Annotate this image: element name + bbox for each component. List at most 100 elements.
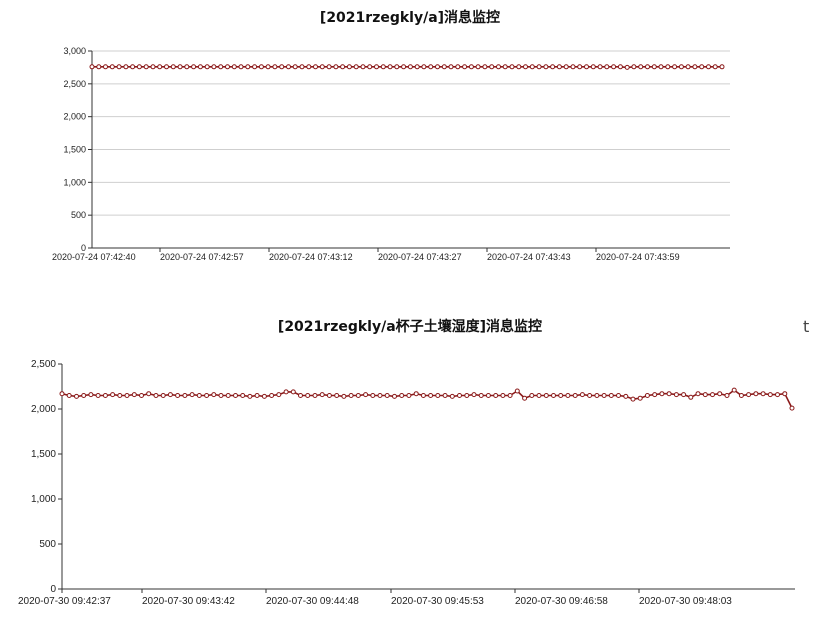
data-point [269, 393, 275, 398]
data-point [550, 64, 556, 70]
y-tick-label: 2,000 [63, 112, 86, 122]
data-point [377, 393, 383, 398]
data-point [699, 64, 705, 70]
x-tick-label: 2020-07-30 09:48:03 [639, 596, 732, 607]
y-tick-label: 1,000 [63, 177, 86, 187]
data-point [623, 393, 629, 399]
data-point [74, 393, 79, 399]
data-point [536, 64, 542, 70]
data-point [448, 64, 454, 70]
data-point [182, 393, 188, 398]
data-point [150, 64, 156, 70]
y-tick-label: 0 [50, 584, 56, 595]
data-point [572, 393, 578, 398]
data-point [702, 392, 708, 398]
data-point [153, 393, 159, 398]
data-point [218, 393, 224, 398]
data-point [413, 391, 419, 397]
data-point [211, 392, 217, 398]
data-point [157, 64, 163, 70]
data-point [136, 64, 142, 70]
data-point [306, 64, 312, 70]
data-point [468, 64, 474, 70]
data-point [563, 64, 569, 70]
data-point [109, 64, 115, 70]
data-point [326, 64, 332, 70]
data-point [672, 64, 678, 70]
data-point [665, 64, 671, 70]
data-point [688, 394, 694, 400]
data-point [387, 64, 393, 70]
data-point [312, 393, 318, 398]
data-point [189, 392, 195, 398]
data-point [637, 395, 643, 401]
data-point [334, 393, 340, 398]
data-point [124, 393, 130, 398]
data-point [265, 64, 271, 70]
data-point [305, 393, 311, 398]
chart-2-title: [2021rzegkly/a杯子土壤湿度]消息监控 [278, 318, 542, 335]
data-point [272, 64, 278, 70]
data-point [59, 391, 65, 397]
y-tick-label: 2,000 [31, 404, 56, 415]
data-point [88, 392, 94, 398]
data-point [724, 393, 730, 398]
data-point [233, 393, 238, 398]
data-point [638, 64, 644, 70]
y-tick-label: 500 [71, 210, 86, 220]
data-point [478, 393, 484, 398]
data-point [442, 393, 448, 398]
data-point [651, 64, 657, 70]
data-point [66, 393, 72, 398]
data-point [160, 393, 166, 398]
data-point [558, 393, 564, 398]
data-point [455, 64, 461, 70]
data-point [462, 64, 468, 70]
data-point [644, 393, 650, 398]
data-point [197, 64, 203, 70]
data-point [529, 64, 535, 70]
data-point [374, 64, 379, 70]
data-point [475, 64, 481, 70]
data-point [298, 393, 303, 398]
data-point [695, 391, 701, 397]
data-point [394, 64, 400, 70]
data-point [659, 391, 665, 397]
data-point [529, 393, 535, 398]
data-point [384, 393, 390, 398]
data-point [712, 64, 718, 70]
data-point [353, 64, 359, 70]
data-point [493, 393, 499, 398]
data-point [167, 392, 173, 398]
data-point [719, 64, 725, 70]
x-tick-label: 2020-07-30 09:44:48 [266, 596, 359, 607]
x-tick-label: 2020-07-24 07:43:59 [596, 252, 680, 262]
data-point [789, 405, 795, 411]
data-point [283, 389, 289, 395]
data-point [139, 393, 144, 398]
data-point [286, 64, 291, 70]
data-point [110, 392, 116, 398]
data-point [367, 64, 373, 70]
data-point [616, 393, 621, 398]
data-point [775, 392, 780, 398]
x-tick-label: 2020-07-24 07:43:43 [487, 252, 571, 262]
data-point [577, 64, 583, 70]
data-point [482, 64, 488, 70]
data-point [584, 64, 589, 70]
data-point [678, 64, 684, 70]
data-point [326, 393, 332, 398]
data-point [485, 393, 491, 398]
data-point [760, 391, 766, 397]
data-point [731, 387, 737, 393]
data-point [184, 64, 190, 70]
x-tick-label: 2020-07-24 07:43:27 [378, 252, 462, 262]
data-point [238, 64, 244, 70]
data-point [392, 393, 397, 399]
data-point [435, 393, 441, 398]
y-tick-label: 1,500 [63, 145, 86, 155]
data-point [131, 392, 137, 398]
data-point [370, 393, 376, 398]
data-point [428, 393, 434, 398]
data-point [536, 393, 542, 398]
